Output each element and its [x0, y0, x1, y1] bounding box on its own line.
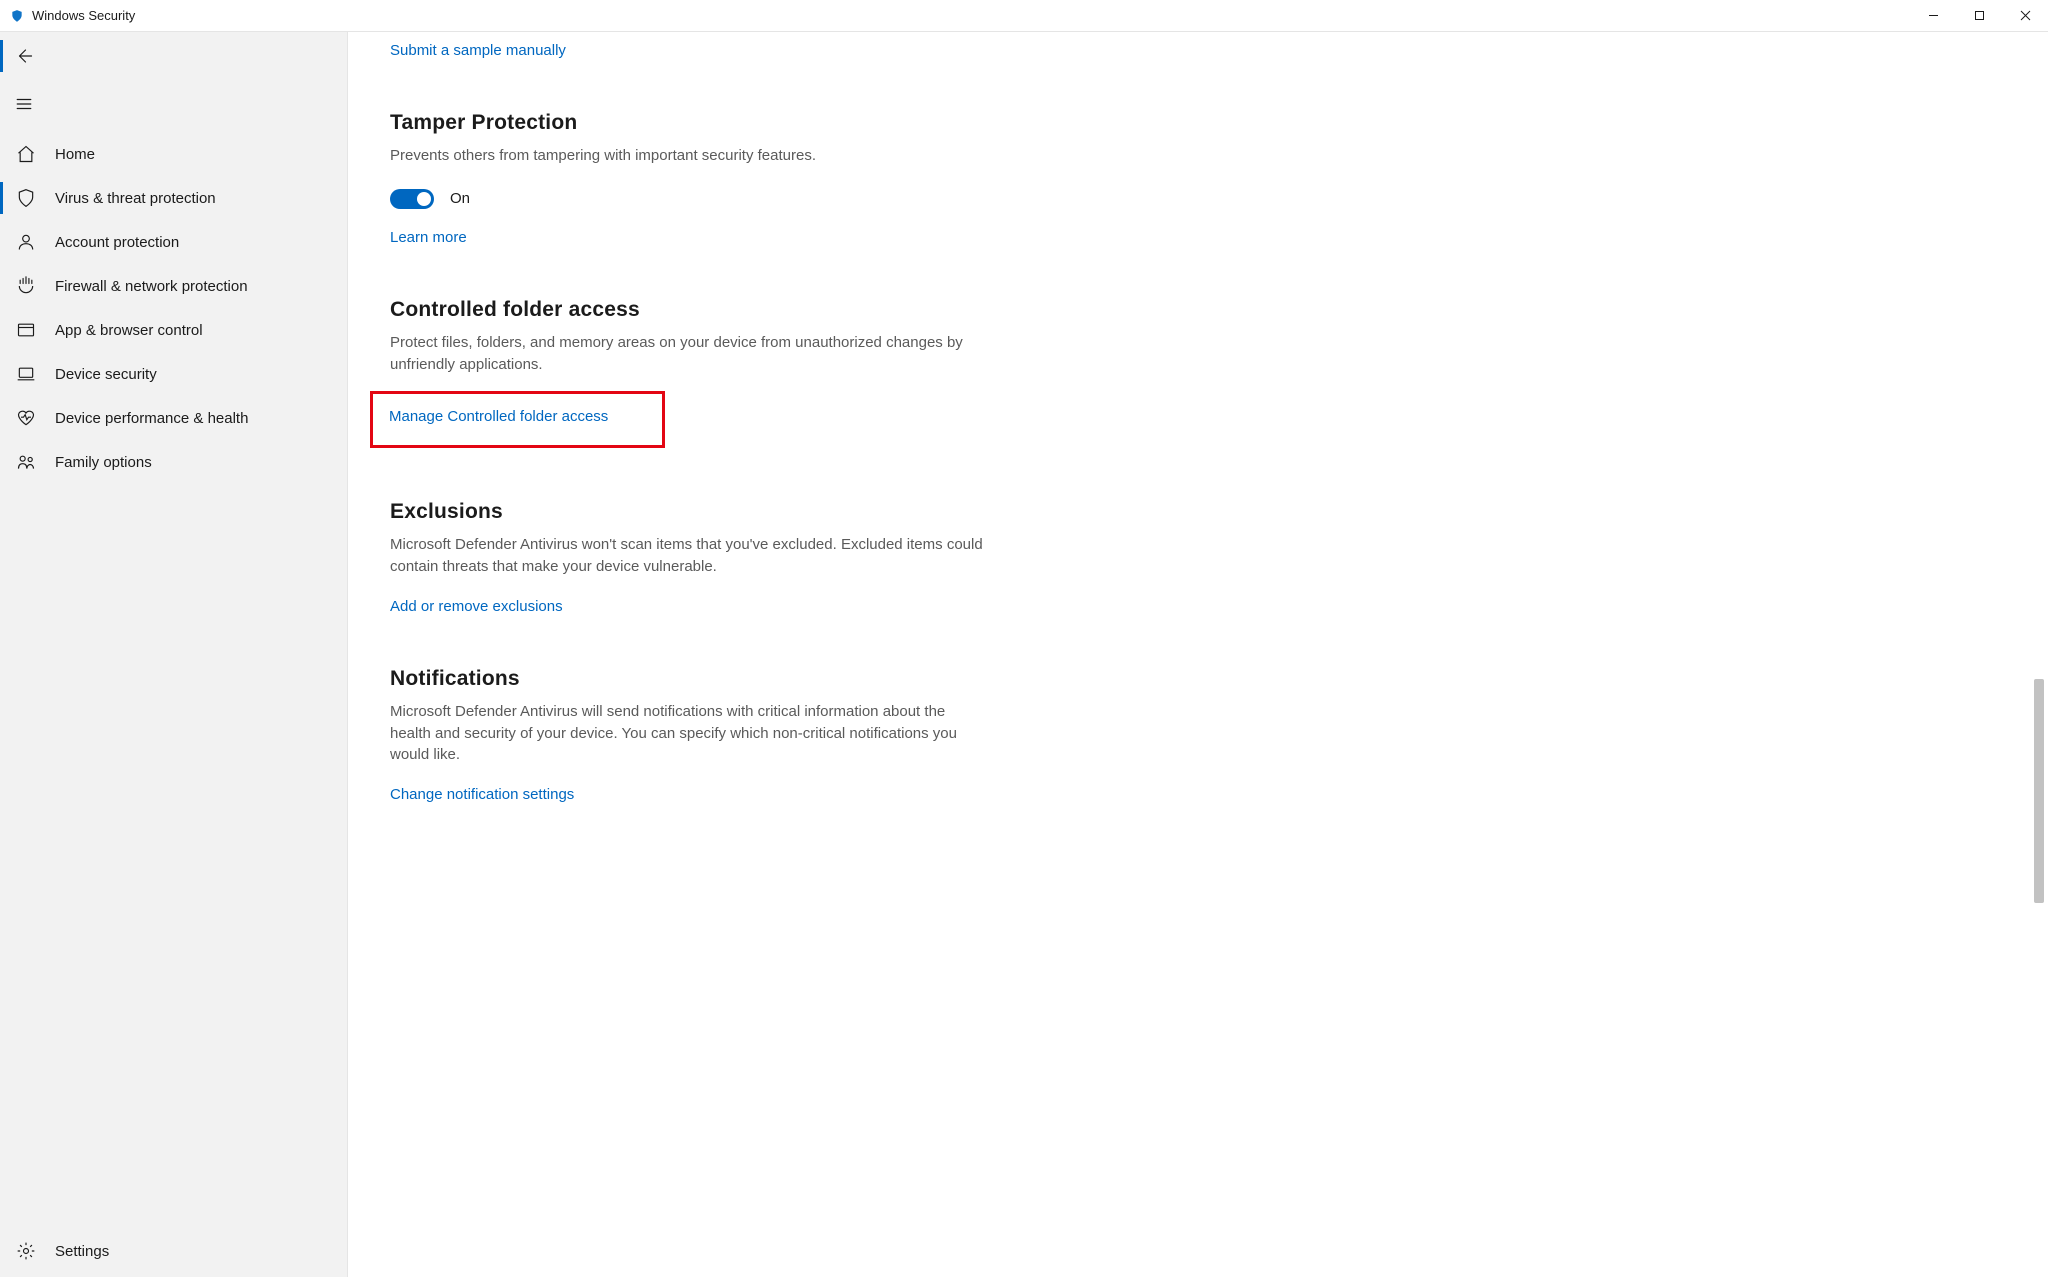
hamburger-menu-button[interactable] [0, 80, 48, 128]
sidebar-item-label: Firewall & network protection [55, 278, 248, 295]
manage-cfa-link[interactable]: Manage Controlled folder access [389, 408, 608, 425]
family-icon [15, 451, 37, 473]
sidebar-item-app-browser[interactable]: App & browser control [0, 308, 347, 352]
app-shield-icon [10, 9, 24, 23]
tamper-learn-more-link[interactable]: Learn more [390, 229, 467, 246]
sidebar-item-performance-health[interactable]: Device performance & health [0, 396, 347, 440]
tamper-toggle[interactable] [390, 189, 434, 209]
sidebar-item-firewall[interactable]: Firewall & network protection [0, 264, 347, 308]
nav-list: Home Virus & threat protection Account p… [0, 132, 347, 1225]
tamper-protection-section: Tamper Protection Prevents others from t… [390, 111, 988, 246]
sidebar-settings[interactable]: Settings [0, 1225, 347, 1277]
window-title: Windows Security [32, 8, 135, 23]
tamper-toggle-state: On [450, 190, 470, 207]
gear-icon [15, 1240, 37, 1262]
cfa-title: Controlled folder access [390, 298, 988, 322]
exclusions-link[interactable]: Add or remove exclusions [390, 598, 563, 615]
controlled-folder-section: Controlled folder access Protect files, … [390, 298, 988, 449]
main-content: Submit a sample manually Tamper Protecti… [348, 32, 2048, 1277]
sidebar-item-account[interactable]: Account protection [0, 220, 347, 264]
exclusions-title: Exclusions [390, 500, 988, 524]
sidebar-item-device-security[interactable]: Device security [0, 352, 347, 396]
sidebar-item-label: Family options [55, 454, 152, 471]
notifications-section: Notifications Microsoft Defender Antivir… [390, 667, 988, 803]
sidebar: Home Virus & threat protection Account p… [0, 32, 348, 1277]
titlebar: Windows Security [0, 0, 2048, 32]
notifications-title: Notifications [390, 667, 988, 691]
heart-icon [15, 407, 37, 429]
cfa-highlight-annotation: Manage Controlled folder access [370, 391, 665, 448]
sidebar-item-label: Device security [55, 366, 157, 383]
sidebar-item-label: Device performance & health [55, 410, 248, 427]
sidebar-item-label: App & browser control [55, 322, 203, 339]
window-maximize-button[interactable] [1956, 0, 2002, 32]
notifications-desc: Microsoft Defender Antivirus will send n… [390, 701, 988, 766]
person-icon [15, 231, 37, 253]
sidebar-item-label: Home [55, 146, 95, 163]
sidebar-item-label: Account protection [55, 234, 179, 251]
shield-icon [15, 187, 37, 209]
tamper-title: Tamper Protection [390, 111, 988, 135]
tamper-desc: Prevents others from tampering with impo… [390, 145, 988, 167]
window-close-button[interactable] [2002, 0, 2048, 32]
window-minimize-button[interactable] [1910, 0, 1956, 32]
exclusions-section: Exclusions Microsoft Defender Antivirus … [390, 500, 988, 615]
cfa-desc: Protect files, folders, and memory areas… [390, 332, 988, 376]
window-icon [15, 319, 37, 341]
sidebar-item-family[interactable]: Family options [0, 440, 347, 484]
exclusions-desc: Microsoft Defender Antivirus won't scan … [390, 534, 988, 578]
home-icon [15, 143, 37, 165]
laptop-icon [15, 363, 37, 385]
sidebar-item-virus-threat[interactable]: Virus & threat protection [0, 176, 347, 220]
scrollbar[interactable] [2032, 32, 2046, 1277]
wifi-icon [15, 275, 37, 297]
sidebar-settings-label: Settings [55, 1243, 109, 1260]
sidebar-item-home[interactable]: Home [0, 132, 347, 176]
back-button[interactable] [0, 32, 48, 80]
sidebar-item-label: Virus & threat protection [55, 190, 216, 207]
notifications-link[interactable]: Change notification settings [390, 786, 574, 803]
scrollbar-thumb[interactable] [2034, 679, 2044, 903]
submit-sample-link[interactable]: Submit a sample manually [390, 42, 566, 59]
